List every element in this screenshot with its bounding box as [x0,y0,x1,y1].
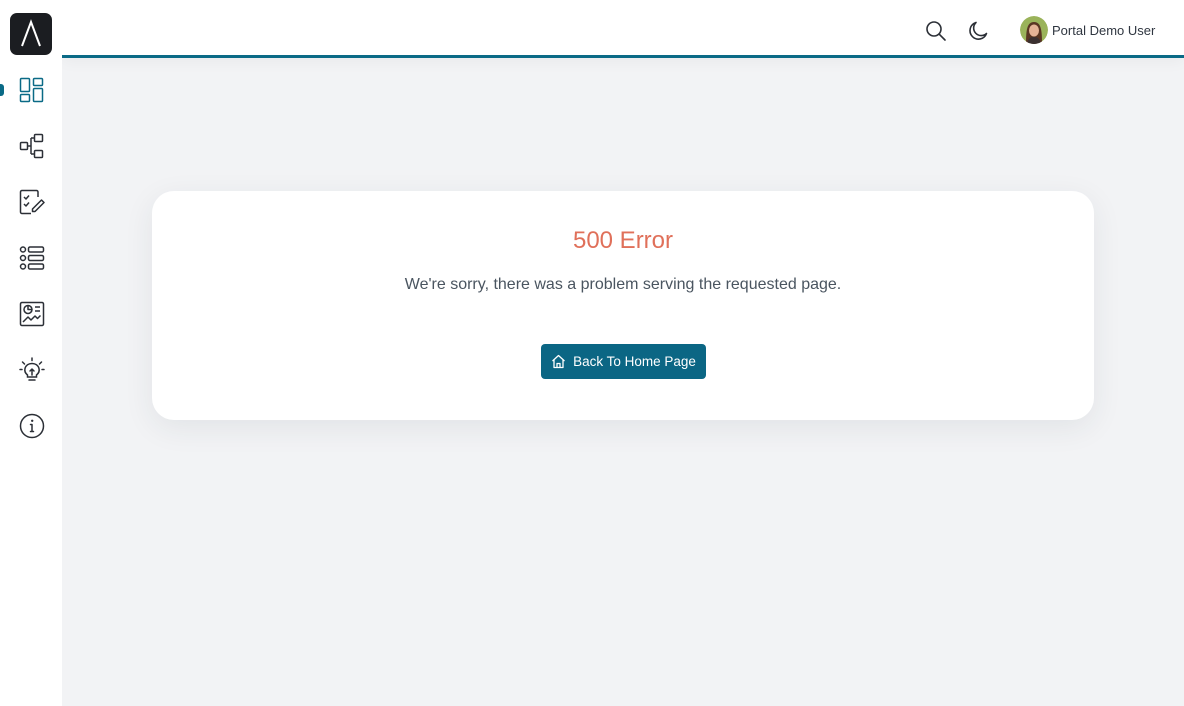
report-icon [19,301,45,327]
user-menu[interactable]: Portal Demo User [1020,15,1155,45]
sidebar-item-dashboard[interactable] [0,66,62,114]
dark-mode-toggle[interactable] [966,19,990,43]
search-icon [926,21,946,41]
search-button[interactable] [924,19,948,43]
sidebar-item-reports[interactable] [0,290,62,338]
sidebar-item-info[interactable] [0,402,62,450]
moon-icon [969,21,988,40]
active-indicator [0,84,4,96]
back-to-home-button[interactable]: Back To Home Page [541,344,706,379]
user-avatar-icon [1020,16,1048,44]
sidebar-item-workflow[interactable] [0,122,62,170]
list-icon [19,246,45,270]
sidebar-item-list[interactable] [0,234,62,282]
error-card: 500 Error We're sorry, there was a probl… [152,191,1094,420]
app-logo[interactable] [10,13,52,55]
lightbulb-icon [19,357,45,381]
checklist-edit-icon [19,189,45,215]
error-message: We're sorry, there was a problem serving… [404,276,842,293]
logo-icon [21,19,41,47]
home-icon [552,354,566,369]
workflow-icon [19,133,44,159]
sidebar [0,0,62,706]
info-icon [19,413,45,439]
dashboard-icon [19,77,44,103]
avatar [1020,16,1048,44]
error-title: 500 Error [572,227,674,254]
back-to-home-label: Back To Home Page [573,354,696,369]
sidebar-item-ideas[interactable] [0,346,62,394]
sidebar-item-tasks[interactable] [0,178,62,226]
user-name: Portal Demo User [1052,22,1156,38]
top-bar: Portal Demo User [62,0,1184,58]
